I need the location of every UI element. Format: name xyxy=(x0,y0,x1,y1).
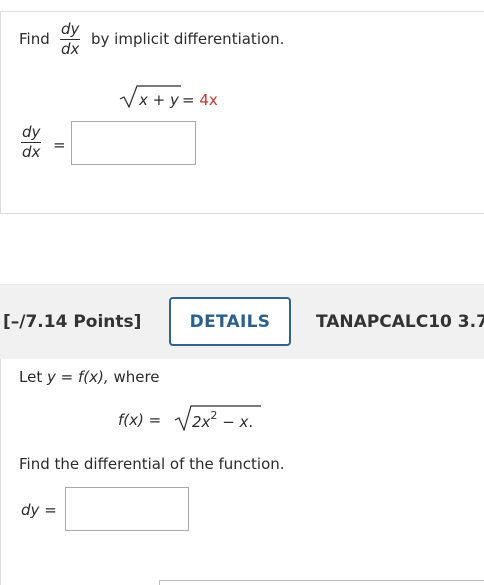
radicand-term1: 2x xyxy=(192,413,211,431)
answer-input-dydx[interactable] xyxy=(71,121,196,165)
dy-equals: = xyxy=(44,501,57,519)
dy-dx-fraction: dy dx xyxy=(60,20,81,58)
answer-input-dy[interactable] xyxy=(65,487,189,531)
equation-rhs-value: 4x xyxy=(199,91,218,109)
answer-equals: = xyxy=(53,136,66,154)
details-button[interactable]: DETAILS xyxy=(169,297,291,346)
instruction-text: Find the differential of the function. xyxy=(19,455,285,473)
equation-rhs: = 4x xyxy=(182,91,218,109)
dy-symbol: dy xyxy=(21,501,40,519)
equation-radicand: x + y xyxy=(139,91,179,109)
find-label: Find xyxy=(19,30,50,48)
function-lhs: f(x) = xyxy=(118,411,162,429)
let-y: y xyxy=(46,368,56,386)
fraction-denominator: dx xyxy=(61,40,80,58)
radicand-term2: − x xyxy=(217,413,249,431)
points-label: [–/7.14 Points] xyxy=(3,312,142,332)
function-radicand: 2x2 − x. xyxy=(192,409,254,431)
fraction-numerator: dy xyxy=(61,20,80,38)
equation-equals: = xyxy=(182,91,195,109)
question-header: [–/7.14 Points] DETAILS TANAPCALC10 3.7 xyxy=(0,284,484,359)
radicand-exponent: 2 xyxy=(210,409,218,422)
let-fx: f(x), xyxy=(78,368,109,386)
answer-dy-dx-fraction: dy dx xyxy=(21,123,42,161)
fraction-denominator: dx xyxy=(22,143,41,161)
let-equals: = xyxy=(60,368,74,386)
let-prefix: Let xyxy=(19,368,43,386)
function-period: . xyxy=(248,413,254,431)
next-question-card-edge xyxy=(159,580,484,585)
instruction-text: by implicit differentiation. xyxy=(91,30,285,48)
question-card-2: Let y = f(x), where f(x) = 2x2 − x. Find… xyxy=(0,359,484,585)
problem-statement: Let y = f(x), where xyxy=(19,368,160,386)
question-source-label: TANAPCALC10 3.7 xyxy=(316,312,484,332)
fraction-numerator: dy xyxy=(22,123,41,141)
dy-label: dy = xyxy=(21,501,57,519)
let-where: where xyxy=(113,368,160,386)
question-card-1: Find dy dx by implicit differentiation. … xyxy=(0,11,484,214)
function-definition: f(x) = 2x2 − x. xyxy=(118,403,298,431)
